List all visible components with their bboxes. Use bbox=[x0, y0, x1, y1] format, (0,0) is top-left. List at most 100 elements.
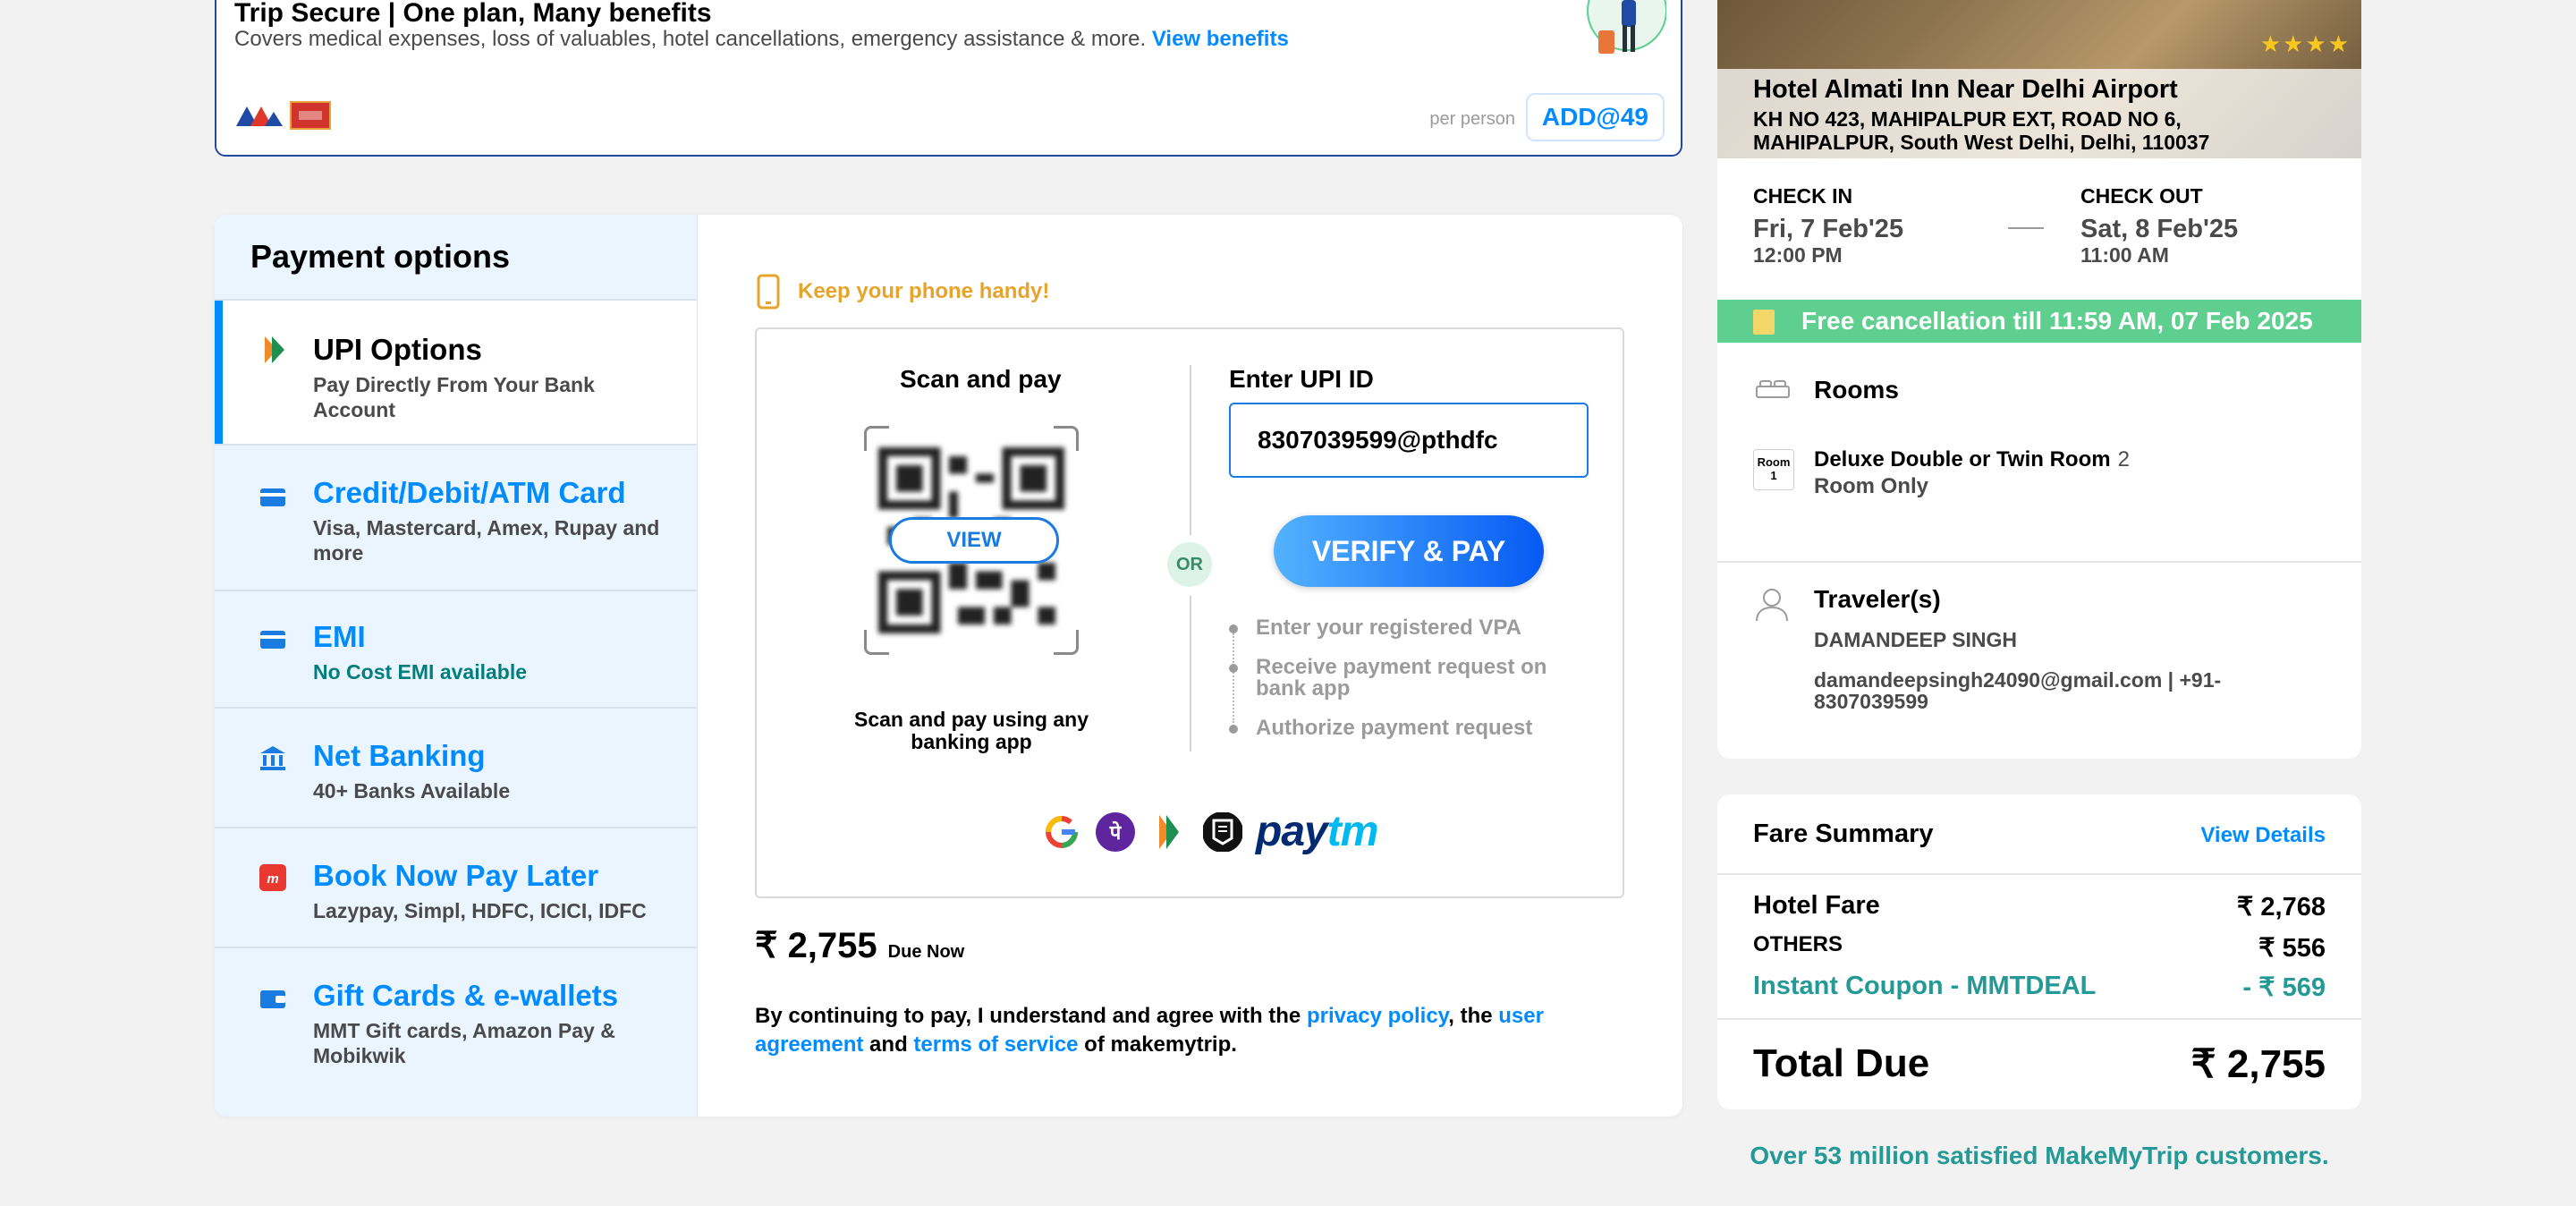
fare-label: Hotel Fare bbox=[1753, 891, 1880, 920]
date-separator bbox=[2008, 227, 2044, 229]
room-name: Deluxe Double or Twin Room 2 bbox=[1814, 447, 2130, 472]
payment-option-title: UPI Options bbox=[313, 333, 482, 366]
traveler-illustration bbox=[1587, 0, 1666, 54]
view-benefits-link[interactable]: View benefits bbox=[1152, 27, 1289, 51]
payment-option-net-banking[interactable]: Net Banking 40+ Banks Available bbox=[215, 709, 697, 828]
due-now: ₹ 2,755 Due Now bbox=[755, 925, 964, 966]
payment-card: Payment options UPI Options Pay Directly… bbox=[215, 215, 1682, 1117]
hotel-name: Hotel Almati Inn Near Delhi Airport bbox=[1753, 75, 2178, 104]
privacy-policy-link[interactable]: privacy policy bbox=[1307, 1004, 1448, 1028]
bed-icon bbox=[1756, 380, 1790, 398]
customers-brag: Over 53 million satisfied MakeMyTrip cus… bbox=[1750, 1142, 2329, 1169]
total-due-row: Total Due ₹ 2,755 bbox=[1753, 1041, 2326, 1087]
fare-value: ₹ 556 bbox=[2258, 934, 2326, 963]
verify-and-pay-button[interactable]: VERIFY & PAY bbox=[1274, 515, 1544, 587]
free-cancellation-text: Free cancellation till 11:59 AM, 07 Feb … bbox=[1801, 307, 2313, 335]
room-number-badge: Room 1 bbox=[1753, 449, 1794, 490]
fare-summary-card: Fare Summary View Details Hotel Fare ₹ 2… bbox=[1717, 794, 2361, 1109]
divider bbox=[1717, 1018, 2361, 1020]
total-due-label: Total Due bbox=[1753, 1041, 1930, 1085]
trip-secure-title: Trip Secure | One plan, Many benefits bbox=[234, 0, 712, 28]
phone-icon bbox=[757, 274, 780, 310]
payment-option-title: Gift Cards & e-wallets bbox=[313, 979, 619, 1012]
terms-agreement: By continuing to pay, I understand and a… bbox=[755, 1002, 1640, 1059]
total-due-value: ₹ 2,755 bbox=[2190, 1042, 2326, 1086]
payment-option-upi[interactable]: UPI Options Pay Directly From Your Bank … bbox=[215, 301, 697, 446]
svg-text:m: m bbox=[267, 871, 278, 887]
divider bbox=[1190, 365, 1191, 535]
phonepe-icon: पे bbox=[1096, 811, 1135, 852]
traveler-name: DAMANDEEP SINGH bbox=[1814, 628, 2018, 651]
view-qr-button[interactable]: VIEW bbox=[889, 517, 1059, 564]
fare-row: Hotel Fare ₹ 2,768 bbox=[1753, 891, 2326, 922]
svg-text:पे: पे bbox=[1109, 820, 1123, 844]
fare-label: Instant Coupon - MMTDEAL bbox=[1753, 972, 2097, 1000]
check-in-label: CHECK IN bbox=[1753, 184, 1853, 208]
agree-text: and bbox=[863, 1032, 914, 1057]
fare-row: OTHERS ₹ 556 bbox=[1753, 932, 2326, 964]
divider bbox=[1190, 596, 1191, 752]
payment-option-subtitle: Visa, Mastercard, Amex, Rupay and more bbox=[313, 516, 660, 565]
bhim-icon bbox=[1159, 814, 1179, 849]
payment-option-title: Net Banking bbox=[313, 739, 486, 772]
check-out-time: 11:00 AM bbox=[2080, 243, 2169, 267]
keep-phone-handy-text: Keep your phone handy! bbox=[798, 279, 1050, 303]
keep-phone-handy: Keep your phone handy! bbox=[757, 274, 1049, 310]
wallet-icon bbox=[1203, 811, 1242, 852]
payment-option-subtitle: MMT Gift cards, Amazon Pay & Mobikwik bbox=[313, 1019, 615, 1067]
upi-box: Scan and pay VIEW Scan and pay using any… bbox=[755, 327, 1624, 898]
room-plan: Room Only bbox=[1814, 474, 1929, 498]
paytm-logo-pay: pay bbox=[1256, 808, 1328, 855]
per-person-label: per person bbox=[1429, 109, 1515, 129]
paytm-logo-tm: tm bbox=[1326, 808, 1379, 855]
or-separator: OR bbox=[1167, 542, 1212, 587]
cancellation-icon bbox=[1753, 310, 1775, 335]
hotel-address: KH NO 423, MAHIPALPUR EXT, ROAD NO 6, MA… bbox=[1753, 107, 2210, 154]
fare-value: ₹ 2,768 bbox=[2236, 893, 2326, 921]
upi-id-label: Enter UPI ID bbox=[1229, 365, 1374, 393]
scan-and-pay-title: Scan and pay bbox=[900, 365, 1062, 393]
trip-secure-description: Covers medical expenses, loss of valuabl… bbox=[234, 27, 1289, 52]
payment-option-card[interactable]: Credit/Debit/ATM Card Visa, Mastercard, … bbox=[215, 446, 697, 591]
room-badge-label: Room bbox=[1757, 455, 1791, 469]
add-trip-secure-button[interactable]: ADD@49 bbox=[1525, 93, 1665, 141]
wallet-gift-icon bbox=[260, 990, 285, 1008]
mmt-paylater-icon: m bbox=[259, 864, 286, 891]
upi-step: Receive payment request on bank app bbox=[1229, 657, 1587, 700]
payment-option-gift-cards[interactable]: Gift Cards & e-wallets MMT Gift cards, A… bbox=[215, 948, 697, 1109]
hotel-summary-card: ★★★★ Hotel Almati Inn Near Delhi Airport… bbox=[1717, 0, 2361, 759]
qr-code-frame: VIEW bbox=[864, 426, 1079, 655]
payment-option-subtitle: 40+ Banks Available bbox=[313, 779, 511, 803]
payment-option-title: Credit/Debit/ATM Card bbox=[313, 476, 626, 509]
bhim-upi-icon bbox=[265, 336, 284, 363]
upi-apps: पे paytm bbox=[1041, 807, 1379, 856]
upi-step: Enter your registered VPA bbox=[1229, 617, 1587, 639]
fare-row-coupon: Instant Coupon - MMTDEAL - ₹ 569 bbox=[1753, 972, 2326, 1003]
insurer-logo-red bbox=[290, 101, 331, 130]
insurer-logos bbox=[234, 101, 331, 130]
scan-and-pay-subtitle: Scan and pay using any banking app bbox=[853, 708, 1089, 753]
check-out-label: CHECK OUT bbox=[2080, 184, 2203, 208]
paytm-logo: paytm bbox=[1256, 807, 1379, 856]
agree-text: By continuing to pay, I understand and a… bbox=[755, 1004, 1307, 1028]
payment-option-title: Book Now Pay Later bbox=[313, 859, 599, 892]
payment-option-emi[interactable]: EMI No Cost EMI available bbox=[215, 591, 697, 709]
upi-step: Authorize payment request bbox=[1229, 718, 1587, 739]
bank-icon bbox=[260, 746, 285, 770]
fare-label: OTHERS bbox=[1753, 932, 1843, 956]
upi-steps: Enter your registered VPA Receive paymen… bbox=[1229, 617, 1587, 739]
emi-card-icon bbox=[260, 631, 285, 649]
terms-of-service-link[interactable]: terms of service bbox=[913, 1032, 1078, 1057]
upi-payment-panel: Keep your phone handy! Scan and pay VIEW… bbox=[698, 215, 1682, 1117]
payment-option-subtitle: Pay Directly From Your Bank Account bbox=[313, 373, 595, 421]
trip-secure-description-text: Covers medical expenses, loss of valuabl… bbox=[234, 27, 1147, 51]
free-cancellation-banner: Free cancellation till 11:59 AM, 07 Feb … bbox=[1717, 300, 2361, 343]
payment-option-book-now-pay-later[interactable]: m Book Now Pay Later Lazypay, Simpl, HDF… bbox=[215, 828, 697, 948]
due-label: Due Now bbox=[887, 942, 965, 962]
agree-text: of makemytrip. bbox=[1078, 1032, 1237, 1057]
check-in-date: Fri, 7 Feb'25 bbox=[1753, 215, 1904, 243]
view-details-link[interactable]: View Details bbox=[2200, 823, 2326, 848]
due-amount: ₹ 2,755 bbox=[755, 926, 877, 965]
google-pay-icon bbox=[1045, 815, 1078, 848]
upi-id-input[interactable] bbox=[1229, 403, 1589, 478]
